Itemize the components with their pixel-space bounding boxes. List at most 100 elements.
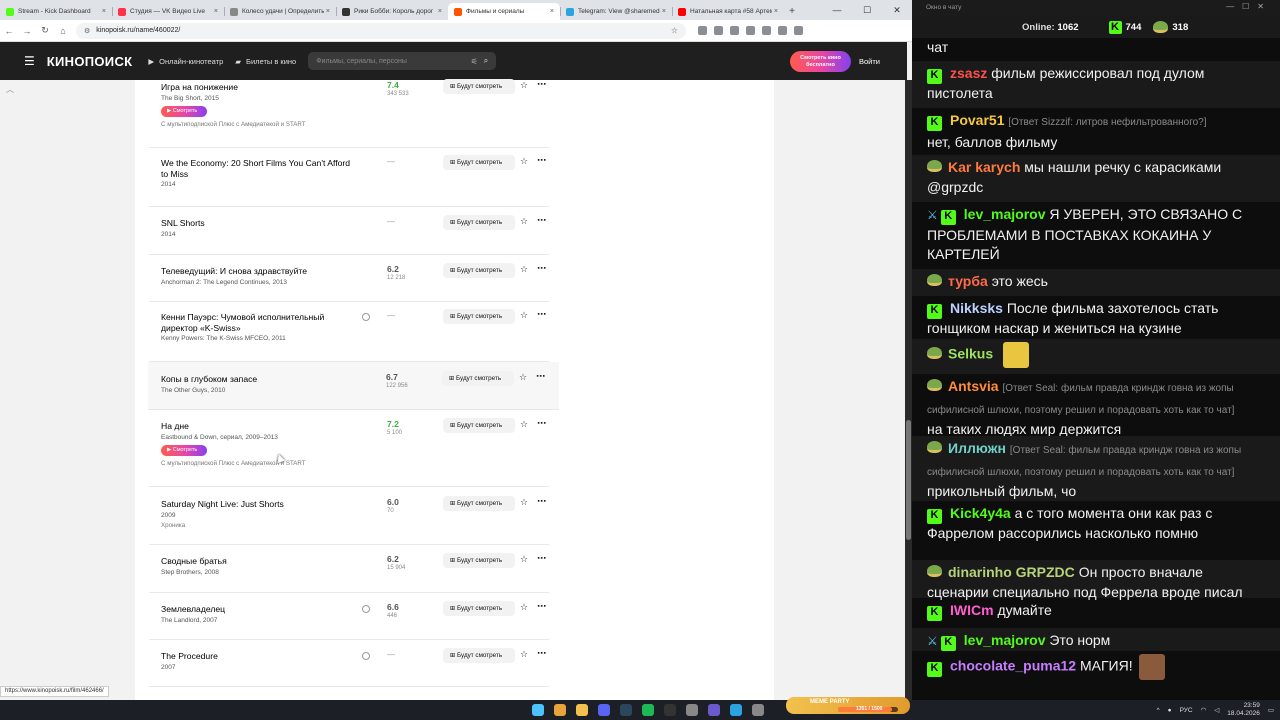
nav-online-cinema[interactable]: ▶ Онлайн-кинотеатр [148,57,223,66]
tab-close-icon[interactable]: × [326,8,330,15]
film-row[interactable]: Игра на понижение The Big Short, 2015 ▶ См… [149,79,549,148]
explorer-icon[interactable] [576,704,588,716]
will-watch-button[interactable]: ⊞ Будут смотреть [442,371,514,386]
extension-icon[interactable] [746,26,755,35]
will-watch-button[interactable]: ⊞ Будут смотреть [443,263,515,278]
tab-close-icon[interactable]: × [774,8,778,15]
close-icon[interactable]: ✕ [882,0,912,20]
language-indicator[interactable]: РУС [1180,707,1193,714]
more-options-icon[interactable]: ⋯ [537,309,546,320]
film-row[interactable]: На дне Eastbound & Down, сериал, 2009–201… [149,410,549,487]
film-title[interactable]: На дне [161,421,351,432]
tab-close-icon[interactable]: × [438,8,442,15]
more-options-icon[interactable]: ⋯ [537,648,546,659]
discord-icon[interactable] [598,704,610,716]
chat-username[interactable]: Nikksks [950,300,1003,316]
windows-icon[interactable] [532,704,544,716]
chat-username[interactable]: zsasz [950,65,987,81]
star-icon[interactable]: ☆ [519,372,527,383]
will-watch-button[interactable]: ⊞ Будут смотреть [443,79,515,94]
film-title[interactable]: We the Economy: 20 Short Films You Can't… [161,158,351,179]
will-watch-button[interactable]: ⊞ Будут смотреть [443,418,515,433]
filter-icon[interactable]: ⚟ [471,57,478,66]
more-options-icon[interactable]: ⋯ [537,79,546,90]
film-title[interactable]: Сводные братья [161,556,351,567]
telegram-icon[interactable] [730,704,742,716]
film-title[interactable]: Копы в глубоком запасе [161,374,351,385]
kinopoisk-logo[interactable]: КИНОПОИСК [47,54,133,69]
minimize-icon[interactable]: — [822,0,852,20]
search-icon[interactable]: ⌕ [484,56,488,66]
browser-tab[interactable]: Telegram: View @sharemed × [560,3,672,20]
chat-username[interactable]: Kar karych [948,159,1020,175]
app-icon[interactable] [708,704,720,716]
site-info-icon[interactable]: ⚙ [84,27,90,35]
wifi-icon[interactable]: ◠ [1201,706,1207,714]
film-row[interactable]: We the Economy: 20 Short Films You Can't… [149,148,549,207]
star-icon[interactable]: ☆ [520,649,528,660]
chat-username[interactable]: IWICm [950,602,994,618]
home-icon[interactable]: ⌂ [54,26,72,36]
extension-icon[interactable] [714,26,723,35]
will-watch-button[interactable]: ⊞ Будут смотреть [443,496,515,511]
menu-icon[interactable] [794,26,803,35]
film-row[interactable]: Кенни Пауэрс: Чумовой исполнительный дир… [149,302,549,362]
star-icon[interactable]: ☆ [520,156,528,167]
download-icon[interactable] [762,26,771,35]
reload-icon[interactable]: ↻ [36,25,54,36]
chat-username[interactable]: lev_majorov [964,632,1046,648]
tab-close-icon[interactable]: × [214,8,218,15]
will-watch-button[interactable]: ⊞ Будут смотреть [443,215,515,230]
more-options-icon[interactable]: ⋯ [537,553,546,564]
star-icon[interactable]: ☆ [520,554,528,565]
will-watch-button[interactable]: ⊞ Будут смотреть [443,648,515,663]
nav-tickets[interactable]: ▰ Билеты в кино [235,57,296,66]
watch-free-button[interactable]: Смотреть кино бесплатно [790,51,851,72]
star-icon[interactable]: ☆ [520,419,528,430]
film-title[interactable]: Игра на понижение [161,82,351,93]
chrome-icon[interactable] [554,704,566,716]
film-row[interactable]: SNL Shorts 2014 — ⊞ Будут смотреть ☆ ⋯ [149,207,549,255]
more-options-icon[interactable]: ⋯ [537,418,546,429]
browser-tab[interactable]: Stream - Kick Dashboard × [0,3,112,20]
more-options-icon[interactable]: ⋯ [537,601,546,612]
steam-icon[interactable] [620,704,632,716]
film-row[interactable]: The Procedure 2007 — ⊞ Будут смотреть ☆ ⋯ [149,640,549,687]
spotify-icon[interactable] [642,704,654,716]
film-title[interactable]: Кенни Пауэрс: Чумовой исполнительный дир… [161,312,351,333]
scrollbar-thumb[interactable] [906,420,911,540]
more-options-icon[interactable]: ⋯ [537,496,546,507]
collapse-chevron-icon[interactable]: ︿ [6,84,14,95]
search-input[interactable]: Фильмы, сериалы, персоны ⚟ ⌕ [308,52,497,70]
window-controls[interactable]: —☐✕ [1226,2,1272,11]
hamburger-icon[interactable]: ☰ [24,54,35,68]
tab-close-icon[interactable]: × [102,8,106,15]
film-title[interactable]: The Procedure [161,651,351,662]
profile-icon[interactable] [778,26,787,35]
tab-close-icon[interactable]: × [662,8,666,15]
browser-tab[interactable]: Фильмы и сериалы × [448,3,560,20]
page-scrollbar[interactable] [905,80,912,700]
notifications-icon[interactable]: ▭ [1268,706,1274,714]
app-icon[interactable] [752,704,764,716]
film-row[interactable]: Копы в глубоком запасе The Other Guys, 20… [148,362,559,410]
bookmark-star-icon[interactable]: ☆ [671,26,678,35]
volume-icon[interactable]: ◁ [1214,706,1219,714]
maximize-icon[interactable]: ☐ [852,0,882,20]
forward-icon[interactable]: → [18,26,36,36]
browser-tab[interactable]: Студия — VK Видео Live × [112,3,224,20]
browser-tab[interactable]: Натальная карта #58 Артем × [672,3,784,20]
more-options-icon[interactable]: ⋯ [537,263,546,274]
chevron-up-icon[interactable]: ^ [1157,707,1160,714]
new-tab-icon[interactable]: + [784,3,800,20]
film-row[interactable]: Saturday Night Live: Just Shorts 2009 Хрон… [149,487,549,545]
browser-tab[interactable]: Рики Бобби: Король дорог × [336,3,448,20]
chat-username[interactable]: dinarinho [948,564,1012,580]
chat-username[interactable]: Иллюжн [948,440,1006,456]
film-title[interactable]: Saturday Night Live: Just Shorts [161,499,351,510]
star-icon[interactable]: ☆ [520,310,528,321]
chat-username[interactable]: chocolate_puma12 [950,658,1076,674]
star-icon[interactable]: ☆ [520,264,528,275]
extension-icon[interactable] [698,26,707,35]
star-icon[interactable]: ☆ [520,80,528,91]
